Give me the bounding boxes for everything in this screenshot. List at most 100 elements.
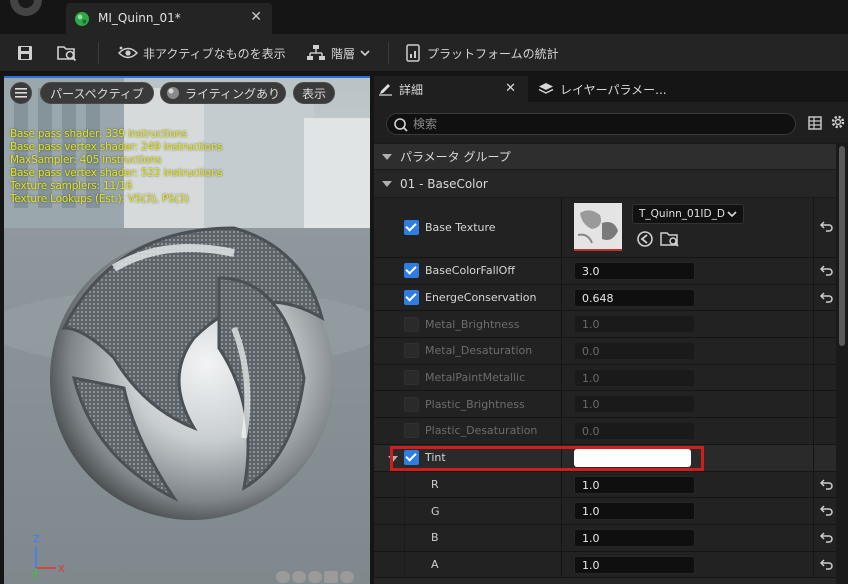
search-icon: [394, 118, 408, 132]
property-name-cell: Tint: [404, 444, 562, 471]
tint-color-swatch[interactable]: [574, 448, 691, 467]
material-preview-viewport[interactable]: パースペクティブ ライティングあり 表示 Base pass shader: 3…: [4, 76, 370, 584]
hierarchy-dropdown[interactable]: 階層: [306, 34, 376, 72]
save-icon: [18, 46, 32, 60]
search-row: [374, 102, 848, 142]
property-value-field[interactable]: 1.0: [574, 555, 695, 574]
scrollbar[interactable]: [838, 144, 846, 584]
preview-mesh-selector: [276, 571, 354, 584]
collapse-arrow-icon[interactable]: [382, 180, 392, 187]
property-label: Base Texture: [425, 221, 496, 234]
browse-asset-icon[interactable]: [660, 230, 680, 248]
stat-line: Base pass vertex shader: 522 instruction…: [10, 167, 223, 179]
tint-component-row: G 1.0: [374, 498, 836, 525]
platform-stats-label: プラットフォームの統計: [427, 46, 559, 61]
platform-stats-icon: [406, 44, 420, 62]
property-value-field[interactable]: 1.0: [574, 368, 695, 387]
property-value-field[interactable]: 1.0: [574, 502, 695, 521]
override-checkbox[interactable]: [404, 343, 419, 359]
override-checkbox[interactable]: [404, 220, 419, 235]
next-group-header[interactable]: [374, 578, 836, 584]
column-divider: [813, 338, 814, 364]
browse-icon: [57, 46, 77, 62]
property-value-field[interactable]: 0.648: [574, 288, 695, 307]
cube-icon[interactable]: [324, 571, 338, 583]
property-value-field[interactable]: 1.0: [574, 528, 695, 547]
close-details-tab-icon[interactable]: ✕: [505, 81, 516, 96]
collapse-arrow-icon[interactable]: [382, 153, 392, 160]
property-value-field[interactable]: 0.0: [574, 422, 695, 441]
texture-thumbnail[interactable]: [574, 203, 622, 251]
tab-layers-label: レイヤーパラメー...: [560, 82, 667, 97]
viewport-menu-button[interactable]: [10, 82, 32, 104]
browse-content-button[interactable]: [56, 34, 83, 72]
use-selected-asset-icon[interactable]: [636, 230, 654, 248]
property-name-cell: G: [404, 498, 562, 524]
property-value-field[interactable]: 3.0: [574, 262, 695, 280]
tab-details[interactable]: 詳細 ✕: [374, 76, 528, 102]
texture-asset-dropdown[interactable]: T_Quinn_01ID_D: [632, 204, 744, 224]
property-value-field[interactable]: 1.0: [574, 395, 695, 414]
search-box[interactable]: [386, 113, 796, 135]
plane-icon[interactable]: [308, 571, 322, 583]
unreal-logo-icon[interactable]: [4, 0, 48, 22]
reset-to-default-icon[interactable]: [820, 504, 834, 516]
property-row-tint: Tint: [374, 444, 836, 472]
override-checkbox[interactable]: [404, 396, 419, 412]
property-row: Plastic_Brightness 1.0: [374, 391, 836, 419]
table-view-icon[interactable]: [808, 116, 822, 130]
save-button[interactable]: [16, 34, 39, 72]
reset-to-default-icon[interactable]: [820, 558, 834, 570]
override-checkbox[interactable]: [404, 316, 419, 332]
property-name-cell: Metal_Brightness: [404, 311, 562, 338]
gear-icon[interactable]: [830, 114, 846, 130]
tint-component-row: R 1.0: [374, 471, 836, 499]
property-label: Tint: [425, 451, 446, 465]
property-label: BaseColorFallOff: [425, 264, 515, 278]
reset-to-default-icon[interactable]: [820, 264, 834, 276]
perspective-button[interactable]: パースペクティブ: [40, 82, 154, 104]
search-input[interactable]: [413, 116, 783, 132]
override-checkbox[interactable]: [404, 290, 419, 306]
override-checkbox[interactable]: [404, 423, 419, 439]
close-tab-icon[interactable]: ✕: [250, 9, 262, 25]
property-name-cell: EnergeConservation: [404, 284, 562, 311]
show-button[interactable]: 表示: [293, 82, 335, 104]
reset-to-default-icon[interactable]: [820, 220, 834, 232]
property-name-cell: Plastic_Desaturation: [404, 418, 562, 444]
override-checkbox[interactable]: [404, 450, 419, 466]
override-checkbox[interactable]: [404, 370, 419, 386]
teapot-icon[interactable]: [340, 571, 354, 583]
hide-inactive-button[interactable]: 非アクティブなものを表示: [118, 34, 286, 72]
reset-to-default-icon[interactable]: [820, 531, 834, 543]
property-value-field[interactable]: 1.0: [574, 315, 695, 334]
property-label: Metal_Desaturation: [425, 344, 533, 358]
override-checkbox[interactable]: [404, 263, 419, 279]
parameter-group-label: パラメータ グループ: [400, 150, 511, 164]
property-label: G: [431, 504, 440, 518]
column-divider: [813, 284, 814, 311]
property-value-field[interactable]: 1.0: [574, 475, 695, 494]
basecolor-group-header[interactable]: 01 - BaseColor: [374, 170, 836, 198]
lighting-mode-button[interactable]: ライティングあり: [160, 82, 286, 104]
property-label: Metal_Brightness: [425, 317, 520, 331]
reset-to-default-icon[interactable]: [820, 478, 834, 490]
column-divider: [813, 418, 814, 444]
platform-stats-button[interactable]: プラットフォームの統計: [404, 34, 559, 72]
cylinder-icon[interactable]: [276, 571, 290, 583]
property-row: Plastic_Desaturation 0.0: [374, 418, 836, 445]
sphere-icon[interactable]: [292, 571, 306, 583]
scrollbar-thumb[interactable]: [839, 146, 845, 346]
hierarchy-label: 階層: [331, 46, 356, 61]
pencil-icon: [379, 84, 392, 96]
tab-layer-parameters[interactable]: レイヤーパラメー...: [532, 76, 692, 102]
material-instance-icon: [75, 12, 89, 26]
stat-line: Base pass vertex shader: 249 instruction…: [10, 141, 223, 153]
expand-arrow-icon[interactable]: [388, 455, 398, 462]
asset-tab[interactable]: MI_Quinn_01* ✕: [66, 3, 272, 34]
reset-to-default-icon[interactable]: [820, 291, 834, 303]
toolbar-separator: [98, 42, 99, 64]
property-label: EnergeConservation: [425, 291, 537, 305]
property-value-field[interactable]: 0.0: [574, 342, 695, 361]
parameter-group-header[interactable]: パラメータ グループ: [374, 144, 836, 170]
